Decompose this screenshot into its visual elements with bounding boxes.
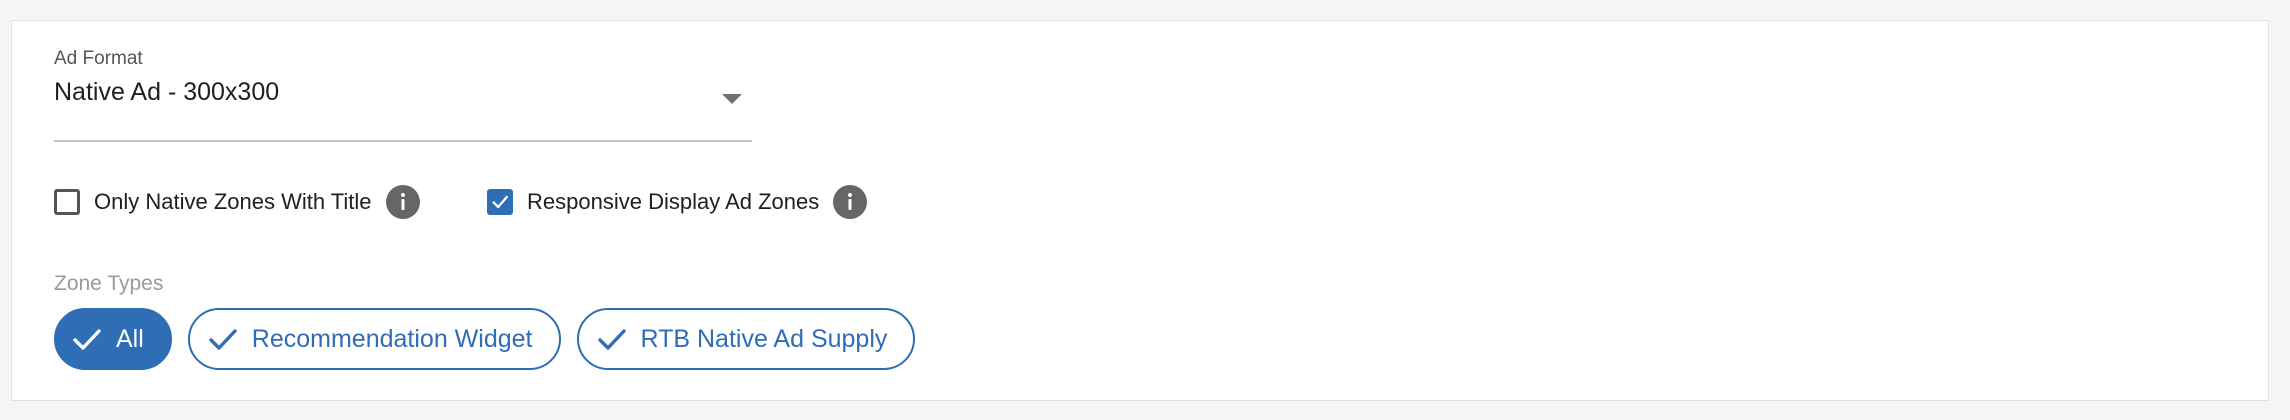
check-glyph xyxy=(597,329,626,350)
responsive-display-ad-zones-label[interactable]: Responsive Display Ad Zones xyxy=(527,189,819,215)
chip-all[interactable]: All xyxy=(54,308,172,370)
chip-recommendation-widget[interactable]: Recommendation Widget xyxy=(187,308,561,370)
check-icon xyxy=(206,322,240,356)
info-glyph xyxy=(400,193,405,210)
check-glyph xyxy=(209,329,237,350)
zone-types-chip-group: All Recommendation Widget RTB Native Ad … xyxy=(54,308,931,370)
native-zones-with-title-checkbox[interactable] xyxy=(54,189,80,215)
native-zones-with-title-label[interactable]: Only Native Zones With Title xyxy=(94,189,372,215)
responsive-display-ad-zones-checkbox[interactable] xyxy=(487,189,513,215)
check-icon xyxy=(70,322,104,356)
ad-format-label: Ad Format xyxy=(54,48,143,69)
ad-format-panel: Ad Format Native Ad - 300x300 Only Nativ… xyxy=(11,20,2269,401)
info-icon[interactable] xyxy=(833,185,868,219)
ad-format-select[interactable]: Ad Format Native Ad - 300x300 xyxy=(54,48,752,142)
option-native-zones-with-title: Only Native Zones With Title xyxy=(54,184,420,220)
info-glyph xyxy=(848,193,853,210)
check-icon xyxy=(595,322,629,356)
check-glyph xyxy=(73,329,101,350)
chip-rtb-native-ad-supply[interactable]: RTB Native Ad Supply xyxy=(576,308,916,370)
select-underline xyxy=(54,140,752,142)
ad-format-value[interactable]: Native Ad - 300x300 xyxy=(54,78,279,107)
zone-types-label: Zone Types xyxy=(54,272,164,295)
chip-recommendation-widget-label: Recommendation Widget xyxy=(251,324,533,353)
caret-down-icon[interactable] xyxy=(722,94,742,104)
checkmark-icon xyxy=(492,195,508,209)
chip-all-label: All xyxy=(116,324,144,353)
option-responsive-display-ad-zones: Responsive Display Ad Zones xyxy=(487,184,868,220)
info-icon[interactable] xyxy=(385,185,420,219)
chip-rtb-native-ad-supply-label: RTB Native Ad Supply xyxy=(640,324,888,353)
